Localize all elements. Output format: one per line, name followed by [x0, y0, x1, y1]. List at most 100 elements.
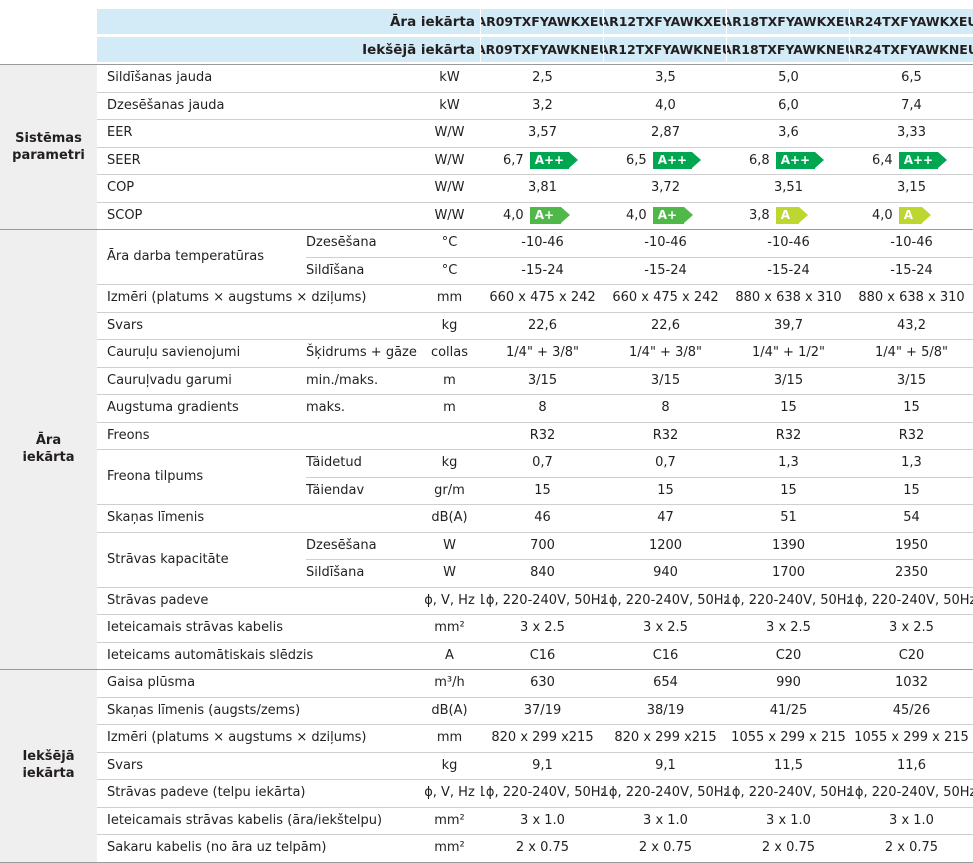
row-unit: kg	[418, 312, 481, 340]
outdoor-model-header: AR12TXFYAWKXEU	[604, 9, 727, 34]
row-label: Strāvas padeve (telpu iekārta)	[107, 779, 418, 807]
row-sublabel-text: Täiendav	[306, 482, 365, 498]
value-text: C16	[529, 647, 556, 663]
value-cell: 880 x 638 x 310	[850, 284, 973, 312]
energy-class-badge: A	[775, 206, 808, 224]
value-cell: 3 x 1.0	[850, 807, 973, 835]
value-cell: 3/15	[850, 367, 973, 395]
row-unit-text: dB(A)	[431, 702, 468, 718]
value-cell: 4,0 A+	[604, 202, 727, 230]
indoor-model-name: AR09TXFYAWKNEU	[481, 42, 604, 57]
value-text: 1,3	[778, 455, 799, 471]
value-cell: -15-24	[727, 257, 850, 285]
row-unit-text: mm	[436, 290, 463, 306]
value-cell: 9,1	[481, 752, 604, 780]
value-text: 2 x 0.75	[884, 840, 939, 856]
row-unit: W/W	[418, 119, 481, 147]
value-text: -15-24	[521, 262, 564, 278]
value-text: 1ϕ, 220-240V, 50Hz	[850, 592, 973, 608]
value-cell: 22,6	[481, 312, 604, 340]
value-text: 1055 x 299 x 215	[731, 730, 846, 746]
section-divider	[0, 229, 973, 230]
row-unit-text: °C	[441, 235, 458, 251]
row-label-text: Gaisa plūsma	[107, 675, 196, 691]
value-cell: 3 x 1.0	[727, 807, 850, 835]
value-text: 47	[657, 510, 674, 526]
value-text: 3,72	[651, 180, 680, 196]
value-text: 1ϕ, 220-240V, 50Hz	[850, 785, 973, 801]
value-cell: 3 x 2.5	[850, 614, 973, 642]
row-divider	[97, 339, 973, 340]
row-label: Sildīšanas jauda	[107, 64, 418, 92]
value-cell: 38/19	[604, 697, 727, 725]
value-cell: 37/19	[481, 697, 604, 725]
value-cell: 6,5	[850, 64, 973, 92]
row-label: Āra darba temperatūras	[107, 229, 306, 284]
value-text: 3,5	[655, 70, 676, 86]
row-divider	[97, 697, 973, 698]
row-label: Strāvas padeve	[107, 587, 418, 615]
value-cell: 654	[604, 669, 727, 697]
value-text: 3 x 2.5	[889, 620, 934, 636]
value-text: 1ϕ, 220-240V, 50Hz	[604, 592, 727, 608]
row-unit-text: W/W	[434, 125, 465, 141]
value-text: 6,4	[872, 152, 893, 168]
row-sublabel: Täidetud	[306, 449, 418, 477]
value-cell: 15	[481, 477, 604, 505]
indoor-model-header: AR12TXFYAWKNEU	[604, 37, 727, 62]
header-divider	[849, 37, 850, 62]
value-text: C20	[775, 647, 802, 663]
row-label-text: Cauruļvadu garumi	[107, 372, 232, 388]
value-cell: 1ϕ, 220-240V, 50Hz	[850, 587, 973, 615]
row-unit-text: collas	[430, 345, 469, 361]
row-divider	[97, 174, 973, 175]
value-cell: 15	[604, 477, 727, 505]
value-cell: 990	[727, 669, 850, 697]
value-cell: R32	[850, 422, 973, 450]
header-divider	[603, 37, 604, 62]
row-divider	[97, 284, 973, 285]
value-cell: 1ϕ, 220-240V, 50Hz	[604, 779, 727, 807]
value-cell: -10-46	[604, 229, 727, 257]
value-text: 1390	[771, 537, 806, 553]
value-text: 2,5	[532, 70, 553, 86]
row-unit: m³/h	[418, 669, 481, 697]
value-text: -15-24	[767, 262, 810, 278]
outdoor-model-name: AR09TXFYAWKXEU	[481, 14, 604, 29]
row-label-text: Strāvas padeve	[107, 592, 209, 608]
row-divider	[97, 367, 973, 368]
value-cell: 15	[850, 394, 973, 422]
row-unit-text: mm²	[434, 840, 465, 856]
row-sublabel: Dzesēšana	[306, 229, 418, 257]
row-label: Svars	[107, 312, 418, 340]
value-text: 3 x 1.0	[520, 812, 565, 828]
value-text: 3 x 1.0	[889, 812, 934, 828]
value-text: 1200	[648, 537, 683, 553]
row-divider	[97, 724, 973, 725]
value-text: 820 x 299 x215	[614, 730, 717, 746]
value-cell: 1ϕ, 220-240V, 50Hz	[481, 587, 604, 615]
energy-class-badge: A+	[529, 206, 570, 224]
energy-class-badge: A	[898, 206, 931, 224]
row-label-text: SEER	[107, 152, 141, 168]
value-text: 630	[530, 675, 555, 691]
value-cell: 880 x 638 x 310	[727, 284, 850, 312]
row-unit: W/W	[418, 147, 481, 175]
value-text: 38/19	[646, 702, 685, 718]
row-unit-text: mm	[436, 730, 463, 746]
row-unit-text: W	[443, 537, 456, 553]
value-cell: 3,5	[604, 64, 727, 92]
row-divider	[97, 147, 973, 148]
value-cell: 3 x 1.0	[481, 807, 604, 835]
value-cell: 1950	[850, 532, 973, 560]
value-cell: 2 x 0.75	[604, 834, 727, 862]
value-cell: 15	[727, 477, 850, 505]
value-cell: 1ϕ, 220-240V, 50Hz	[727, 779, 850, 807]
value-cell: 8	[481, 394, 604, 422]
section-title-text: Āra iekārta	[22, 433, 75, 465]
row-label-text: Ieteicamais strāvas kabelis	[107, 620, 284, 636]
row-unit: mm²	[418, 807, 481, 835]
value-cell: 820 x 299 x215	[604, 724, 727, 752]
row-divider	[97, 642, 973, 643]
row-unit: W/W	[418, 202, 481, 230]
